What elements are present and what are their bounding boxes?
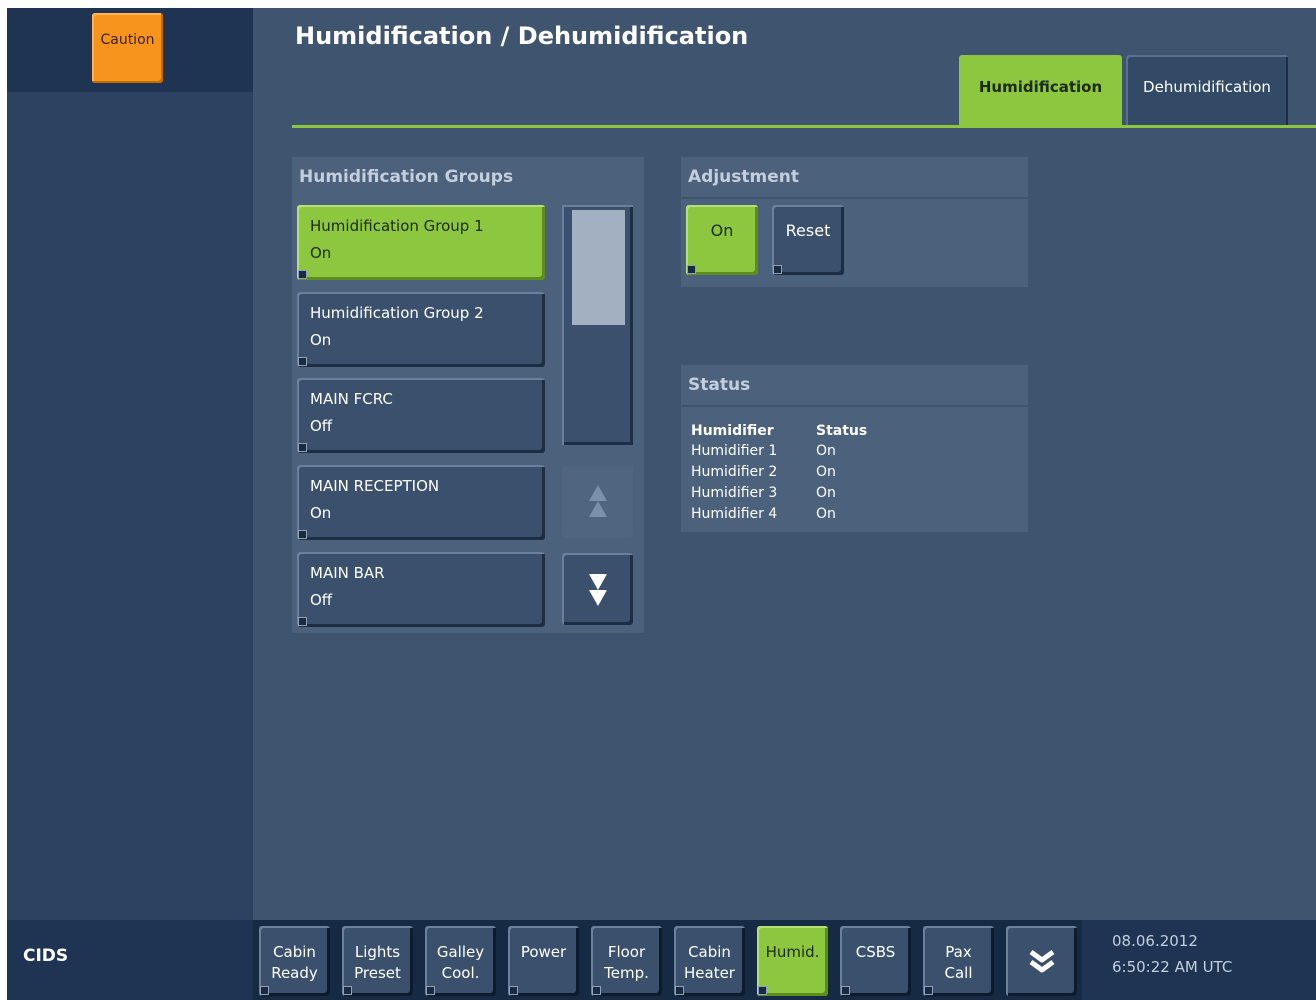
corner-indicator: [509, 986, 518, 995]
table-row: Humidifier 3 On: [691, 482, 867, 503]
group-state: On: [310, 331, 332, 349]
nav-label-line1: Lights: [354, 943, 401, 961]
nav-floor-temp[interactable]: Floor Temp.: [591, 926, 662, 996]
nav-label-line1: Cabin: [688, 943, 731, 961]
nav-label-line2: Heater: [684, 964, 735, 982]
group-name: MAIN FCRC: [310, 390, 393, 408]
adjustment-panel-header: Adjustment: [681, 157, 1028, 197]
tab-dehumidification[interactable]: Dehumidification: [1126, 55, 1288, 125]
nav-csbs[interactable]: CSBS: [840, 926, 911, 996]
corner-indicator: [343, 986, 352, 995]
table-row: Humidifier 1 On: [691, 440, 867, 461]
nav-galley-cool[interactable]: Galley Cool.: [425, 926, 496, 996]
nav-pax-call[interactable]: Pax Call: [923, 926, 994, 996]
date-display: 08.06.2012: [1112, 932, 1198, 950]
corner-indicator: [841, 986, 850, 995]
page-title: Humidification / Dehumidification: [295, 22, 749, 50]
nav-lights-preset[interactable]: Lights Preset: [342, 926, 413, 996]
table-row: Humidifier 4 On: [691, 503, 867, 524]
caution-button[interactable]: Caution: [92, 13, 163, 83]
group-name: MAIN RECEPTION: [310, 477, 440, 495]
group-item-main-fcrc[interactable]: MAIN FCRC Off: [297, 378, 545, 453]
scroll-down-button[interactable]: [562, 553, 633, 625]
table-header-row: Humidifier Status: [691, 421, 867, 440]
nav-more-button[interactable]: [1006, 926, 1077, 996]
tab-humidification[interactable]: Humidification: [959, 55, 1122, 125]
corner-indicator: [298, 617, 307, 626]
corner-indicator: [687, 265, 696, 274]
left-panel: [7, 8, 253, 920]
nav-humid[interactable]: Humid.: [757, 926, 828, 996]
status-panel-header: Status: [681, 365, 1028, 405]
nav-label-line1: Floor: [607, 943, 646, 961]
corner-indicator: [758, 986, 767, 995]
tab-underline: [292, 125, 1316, 128]
corner-indicator: [924, 986, 933, 995]
group-state: Off: [310, 417, 333, 435]
group-state: Off: [310, 591, 333, 609]
nav-label-line2: Ready: [271, 964, 318, 982]
group-name: Humidification Group 1: [310, 217, 484, 235]
nav-label-line1: Humid.: [765, 943, 820, 961]
humidifier-status: On: [816, 484, 836, 501]
table-row: Humidifier 2 On: [691, 461, 867, 482]
group-item-main-bar[interactable]: MAIN BAR Off: [297, 552, 545, 627]
humidifier-name: Humidifier 4: [691, 505, 778, 522]
double-chevron-down-icon: [588, 574, 607, 606]
adjustment-on-button[interactable]: On: [686, 205, 758, 275]
corner-indicator: [260, 986, 269, 995]
humidifier-name: Humidifier 2: [691, 463, 778, 480]
corner-indicator: [298, 357, 307, 366]
humidifier-status: On: [816, 505, 836, 522]
on-label: On: [710, 221, 734, 240]
group-state: On: [310, 244, 332, 262]
double-chevron-down-icon: [1029, 949, 1054, 973]
corner-indicator: [298, 270, 307, 279]
corner-indicator: [426, 986, 435, 995]
humidifier-name: Humidifier 1: [691, 442, 778, 459]
nav-label-line1: Cabin: [273, 943, 316, 961]
groups-panel-header: Humidification Groups: [292, 157, 644, 197]
nav-cabin-heater[interactable]: Cabin Heater: [674, 926, 745, 996]
corner-indicator: [675, 986, 684, 995]
time-display: 6:50:22 AM UTC: [1112, 958, 1233, 976]
humidifier-status: On: [816, 463, 836, 480]
corner-indicator: [773, 265, 782, 274]
column-header-humidifier: Humidifier: [691, 422, 774, 439]
nav-label-line1: CSBS: [855, 943, 896, 961]
corner-indicator: [592, 986, 601, 995]
humidifier-status: On: [816, 442, 836, 459]
scroll-up-button[interactable]: [562, 466, 633, 538]
app-name: CIDS: [23, 946, 69, 966]
group-name: Humidification Group 2: [310, 304, 484, 322]
nav-label-line1: Power: [520, 943, 567, 961]
nav-label-line2: Cool.: [441, 964, 480, 982]
adjustment-reset-button[interactable]: Reset: [772, 205, 844, 275]
nav-label-line1: Pax: [945, 943, 972, 961]
reset-label: Reset: [785, 221, 831, 240]
nav-label-line2: Preset: [354, 964, 401, 982]
group-state: On: [310, 504, 332, 522]
humidifier-name: Humidifier 3: [691, 484, 778, 501]
group-item-2[interactable]: Humidification Group 2 On: [297, 292, 545, 367]
nav-power[interactable]: Power: [508, 926, 579, 996]
group-item-1[interactable]: Humidification Group 1 On: [297, 205, 545, 280]
group-item-main-reception[interactable]: MAIN RECEPTION On: [297, 465, 545, 540]
scrollbar-thumb[interactable]: [572, 210, 625, 325]
corner-indicator: [298, 443, 307, 452]
double-chevron-up-icon: [588, 485, 607, 517]
nav-label-line1: Galley: [436, 943, 485, 961]
nav-cabin-ready[interactable]: Cabin Ready: [259, 926, 330, 996]
column-header-status: Status: [816, 422, 868, 439]
corner-indicator: [298, 530, 307, 539]
nav-label-line2: Call: [944, 964, 973, 982]
status-table: Humidifier Status Humidifier 1 On Humidi…: [691, 421, 867, 524]
group-name: MAIN BAR: [310, 564, 385, 582]
nav-label-line2: Temp.: [604, 964, 649, 982]
